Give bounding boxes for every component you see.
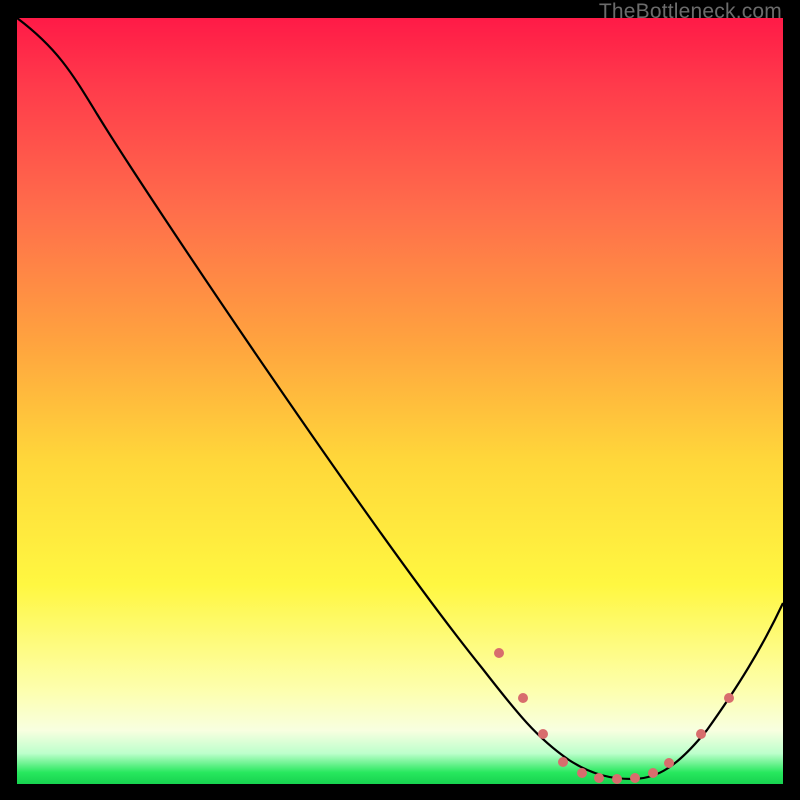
marker-dot bbox=[696, 729, 706, 739]
marker-dot bbox=[612, 774, 622, 784]
marker-dot bbox=[630, 773, 640, 783]
marker-dot bbox=[494, 648, 504, 658]
marker-dot-group bbox=[494, 648, 734, 784]
bottleneck-curve-path bbox=[17, 18, 783, 779]
chart-frame: TheBottleneck.com bbox=[0, 0, 800, 800]
watermark-text: TheBottleneck.com bbox=[599, 0, 782, 24]
plot-area bbox=[17, 18, 783, 784]
marker-dot bbox=[518, 693, 528, 703]
chart-svg bbox=[17, 18, 783, 784]
marker-dot bbox=[558, 757, 568, 767]
marker-dot bbox=[648, 768, 658, 778]
marker-dot bbox=[664, 758, 674, 768]
marker-dot bbox=[724, 693, 734, 703]
marker-dot bbox=[538, 729, 548, 739]
marker-dot bbox=[594, 773, 604, 783]
marker-dot bbox=[577, 768, 587, 778]
